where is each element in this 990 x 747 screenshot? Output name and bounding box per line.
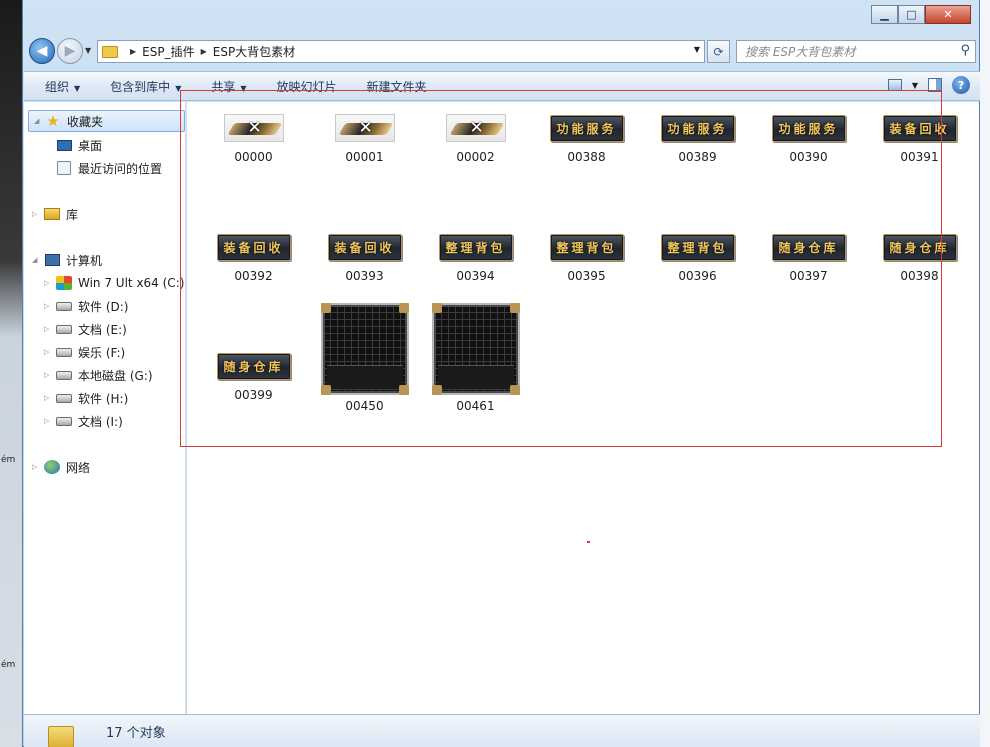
forward-button[interactable]: ▶ <box>57 38 83 64</box>
include-in-library-label: 包含到库中 <box>110 79 171 94</box>
chevron-down-icon: ▼ <box>74 83 81 93</box>
close-button[interactable]: ✕ <box>925 5 971 24</box>
help-icon[interactable]: ? <box>952 76 970 94</box>
arrow-right-icon: ▶ <box>64 43 76 59</box>
item-count: 17 个对象 <box>106 725 166 741</box>
breadcrumb-item[interactable]: ESP_插件 <box>142 43 194 60</box>
collapse-arrow-icon[interactable]: ◢ <box>32 256 37 264</box>
nav-item-drive[interactable]: ▷ 软件 (D:) <box>24 295 186 317</box>
expand-arrow-icon[interactable]: ▷ <box>32 210 37 218</box>
address-bar[interactable]: ▶ ESP_插件 ▶ ESP大背包素材 ▼ <box>97 40 705 63</box>
nav-item-drive[interactable]: ▷ 娱乐 (F:) <box>24 341 186 363</box>
minimize-button[interactable]: ▁ <box>871 5 898 24</box>
nav-label: 软件 (D:) <box>78 299 129 314</box>
back-button[interactable]: ◀ <box>29 38 55 64</box>
nav-label: 文档 (E:) <box>78 322 127 337</box>
background-text-fragment: ém <box>1 660 16 670</box>
hard-drive-icon <box>56 345 72 359</box>
background-window-left: ém ém <box>0 0 22 747</box>
recent-pages-dropdown[interactable]: ▼ <box>85 46 91 55</box>
hard-drive-icon <box>56 368 72 382</box>
folder-icon <box>48 726 74 747</box>
network-icon <box>44 460 60 474</box>
folder-icon <box>102 45 118 58</box>
expand-arrow-icon[interactable]: ▷ <box>44 348 49 356</box>
arrow-left-icon: ◀ <box>36 43 48 59</box>
hard-drive-icon <box>56 414 72 428</box>
nav-label: 本地磁盘 (G:) <box>78 368 153 383</box>
hard-drive-icon <box>56 391 72 405</box>
nav-label: 最近访问的位置 <box>78 161 163 176</box>
view-dropdown-icon[interactable]: ▼ <box>912 81 918 90</box>
nav-item-recent[interactable]: 最近访问的位置 <box>24 157 186 179</box>
nav-item-libraries[interactable]: ▷ 库 <box>24 203 186 225</box>
status-bar: 17 个对象 <box>24 714 980 747</box>
nav-label: 收藏夹 <box>67 114 104 129</box>
nav-item-drive[interactable]: ▷ 文档 (I:) <box>24 410 186 432</box>
refresh-icon: ⟳ <box>713 44 724 59</box>
background-text-fragment: ém <box>1 455 16 465</box>
library-icon <box>44 207 60 221</box>
star-icon: ★ <box>46 112 60 130</box>
nav-label: 网络 <box>66 460 91 475</box>
hard-drive-icon <box>56 322 72 336</box>
nav-label: 娱乐 (F:) <box>78 345 126 360</box>
collapse-arrow-icon[interactable]: ◢ <box>34 117 39 125</box>
nav-item-computer[interactable]: ◢ 计算机 <box>24 249 186 271</box>
nav-label: 库 <box>66 207 79 222</box>
address-row: ◀ ▶ ▼ ▶ ESP_插件 ▶ ESP大背包素材 ▼ ⟳ 搜索 ESP大背包素… <box>23 36 979 66</box>
address-dropdown-icon[interactable]: ▼ <box>694 45 700 54</box>
refresh-button[interactable]: ⟳ <box>707 40 730 63</box>
hard-drive-icon <box>56 299 72 313</box>
nav-label: 计算机 <box>66 253 103 268</box>
nav-item-drive[interactable]: ▷ 本地磁盘 (G:) <box>24 364 186 386</box>
search-placeholder: 搜索 ESP大背包素材 <box>745 45 856 59</box>
nav-label: 软件 (H:) <box>78 391 129 406</box>
expand-arrow-icon[interactable]: ▷ <box>44 302 49 310</box>
selection-rectangle <box>180 90 942 447</box>
organize-label: 组织 <box>45 79 70 94</box>
expand-arrow-icon[interactable]: ▷ <box>44 279 49 287</box>
breadcrumb-item[interactable]: ESP大背包素材 <box>213 43 295 60</box>
search-icon[interactable]: ⚲ <box>960 43 970 58</box>
nav-item-drive[interactable]: ▷ 文档 (E:) <box>24 318 186 340</box>
nav-label: 文档 (I:) <box>78 414 123 429</box>
chevron-right-icon[interactable]: ▶ <box>201 47 207 56</box>
expand-arrow-icon[interactable]: ▷ <box>44 325 49 333</box>
include-in-library-menu[interactable]: 包含到库中 ▼ <box>110 78 181 95</box>
expand-arrow-icon[interactable]: ▷ <box>44 417 49 425</box>
computer-icon <box>44 253 60 267</box>
expand-arrow-icon[interactable]: ▷ <box>32 463 37 471</box>
nav-item-drive[interactable]: ▷ Win 7 Ult x64 (C:) <box>24 272 186 294</box>
navigation-pane: ◢ ★ 收藏夹 桌面 最近访问的位置 ▷ 库 ◢ 计算机 ▷ Win 7 Ult… <box>24 102 186 714</box>
expand-arrow-icon[interactable]: ▷ <box>44 371 49 379</box>
nav-label: 桌面 <box>78 138 103 153</box>
desktop-icon <box>56 138 72 152</box>
nav-item-drive[interactable]: ▷ 软件 (H:) <box>24 387 186 409</box>
organize-menu[interactable]: 组织 ▼ <box>45 78 80 95</box>
nav-item-favorites[interactable]: ◢ ★ 收藏夹 <box>28 110 185 132</box>
search-input[interactable]: 搜索 ESP大背包素材 ⚲ <box>736 40 976 63</box>
window-controls: ▁ □ ✕ <box>871 5 971 24</box>
chevron-right-icon[interactable]: ▶ <box>130 47 136 56</box>
nav-label: Win 7 Ult x64 (C:) <box>78 276 185 290</box>
nav-item-desktop[interactable]: 桌面 <box>24 134 186 156</box>
recent-places-icon <box>56 161 72 175</box>
expand-arrow-icon[interactable]: ▷ <box>44 394 49 402</box>
nav-item-network[interactable]: ▷ 网络 <box>24 456 186 478</box>
windows-drive-icon <box>56 276 72 290</box>
stray-mark <box>587 541 590 543</box>
maximize-button[interactable]: □ <box>898 5 925 24</box>
